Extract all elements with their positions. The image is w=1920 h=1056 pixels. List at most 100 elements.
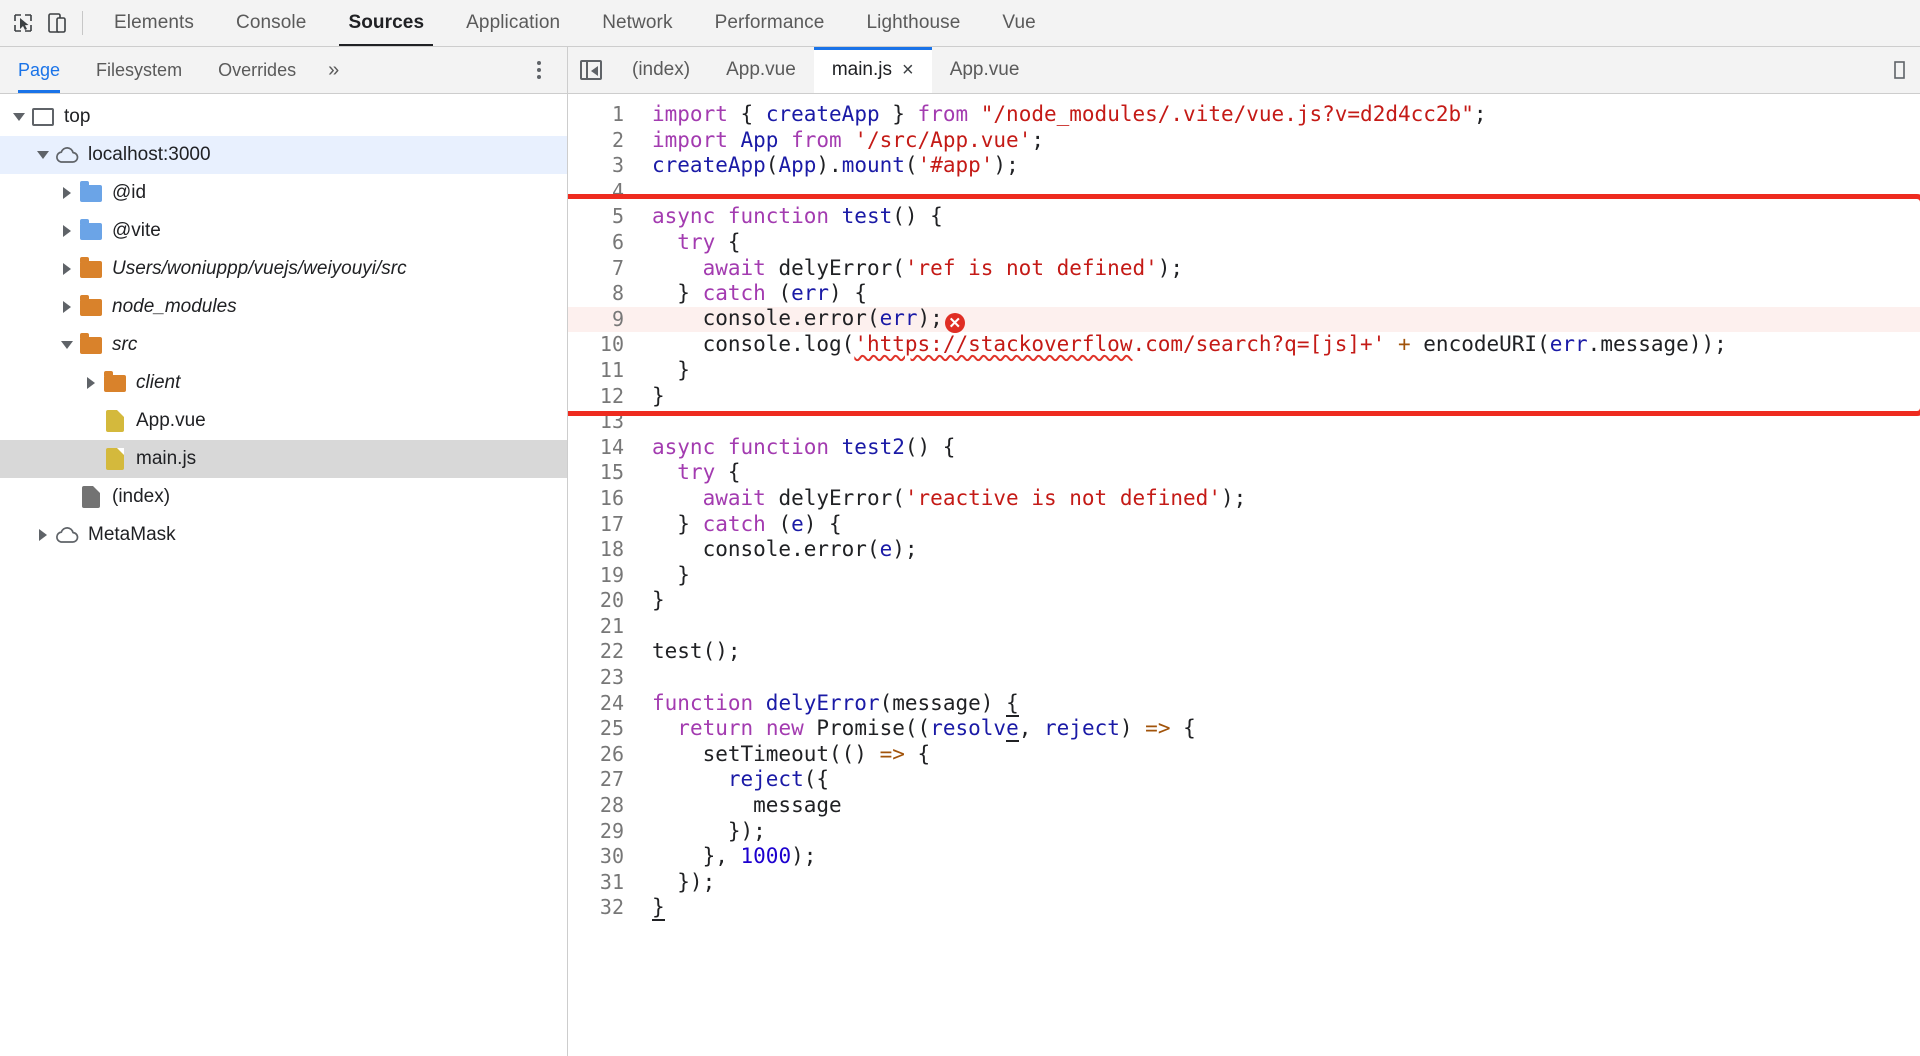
chevron-right-icon[interactable] xyxy=(56,225,78,237)
line-number[interactable]: 8 xyxy=(568,281,634,307)
code-line-text[interactable]: setTimeout(() => { xyxy=(640,742,931,768)
line-number[interactable]: 7 xyxy=(568,256,634,282)
code-line-text[interactable]: reject({ xyxy=(640,767,829,793)
code-line-text[interactable]: }); xyxy=(640,819,766,845)
line-number[interactable]: 31 xyxy=(568,870,634,896)
tree-row-app-vue[interactable]: App.vue xyxy=(0,402,567,440)
tree-row-src[interactable]: src xyxy=(0,326,567,364)
navigator-tab-overrides[interactable]: Overrides xyxy=(200,47,314,93)
line-number[interactable]: 22 xyxy=(568,639,634,665)
code-line-text[interactable]: await delyError('reactive is not defined… xyxy=(640,486,1247,512)
line-number[interactable]: 30 xyxy=(568,844,634,870)
tree-row-index[interactable]: (index) xyxy=(0,478,567,516)
line-number[interactable]: 32 xyxy=(568,895,634,921)
code-line-text[interactable]: await delyError('ref is not defined'); xyxy=(640,256,1183,282)
line-number[interactable]: 1 xyxy=(568,102,634,128)
code-line-text[interactable]: test(); xyxy=(640,639,741,665)
tree-row-top[interactable]: top xyxy=(0,98,567,136)
line-number[interactable]: 28 xyxy=(568,793,634,819)
line-number[interactable]: 4 xyxy=(568,179,634,205)
line-number[interactable]: 16 xyxy=(568,486,634,512)
navigator-tab-page[interactable]: Page xyxy=(0,47,78,93)
line-number[interactable]: 17 xyxy=(568,512,634,538)
editor-tab-appvue-2[interactable]: App.vue xyxy=(932,47,1038,93)
navigator-more-tabs-icon[interactable]: » xyxy=(314,59,353,82)
line-number[interactable]: 10 xyxy=(568,332,634,358)
editor-overflow-icon[interactable] xyxy=(1884,60,1920,80)
line-number[interactable]: 5 xyxy=(568,204,634,230)
code-line-text[interactable]: }); xyxy=(640,870,715,896)
line-number[interactable]: 19 xyxy=(568,563,634,589)
line-number[interactable]: 6 xyxy=(568,230,634,256)
tree-row-node-modules[interactable]: node_modules xyxy=(0,288,567,326)
panel-tab-lighthouse[interactable]: Lighthouse xyxy=(845,0,981,46)
chevron-down-icon[interactable] xyxy=(8,113,30,121)
line-number[interactable]: 20 xyxy=(568,588,634,614)
code-line-text[interactable]: message xyxy=(640,793,842,819)
tree-row-client[interactable]: client xyxy=(0,364,567,402)
line-number[interactable]: 2 xyxy=(568,128,634,154)
code-line-text[interactable]: async function test2() { xyxy=(640,435,955,461)
editor-tab-mainjs[interactable]: main.js × xyxy=(813,47,932,93)
editor-tab-appvue-1[interactable]: App.vue xyxy=(708,47,814,93)
line-number[interactable]: 25 xyxy=(568,716,634,742)
line-number[interactable]: 13 xyxy=(568,409,634,435)
line-number[interactable]: 3 xyxy=(568,153,634,179)
line-number[interactable]: 18 xyxy=(568,537,634,563)
error-badge-icon[interactable]: ✕ xyxy=(944,313,965,334)
line-number[interactable]: 26 xyxy=(568,742,634,768)
tree-row-users-woniuppp-vuejs-weiyouyi-src[interactable]: Users/woniuppp/vuejs/weiyouyi/src xyxy=(0,250,567,288)
device-toolbar-icon[interactable] xyxy=(40,6,74,40)
panel-tab-elements[interactable]: Elements xyxy=(93,0,215,46)
editor-tab-index[interactable]: (index) xyxy=(614,47,708,93)
line-number[interactable]: 12 xyxy=(568,384,634,410)
cursor-inspect-icon[interactable] xyxy=(6,6,40,40)
code-content[interactable]: 1 import { createApp } from "/node_module… xyxy=(568,94,1920,922)
panel-tab-sources[interactable]: Sources xyxy=(327,0,445,46)
show-navigator-icon[interactable] xyxy=(568,47,614,93)
chevron-right-icon[interactable] xyxy=(80,377,102,389)
code-line-text[interactable]: } xyxy=(640,563,690,589)
code-line-text[interactable]: } xyxy=(640,588,665,614)
code-line-text[interactable]: try { xyxy=(640,460,740,486)
line-number[interactable]: 9 xyxy=(568,307,634,333)
code-editor-viewport[interactable]: 1 import { createApp } from "/node_module… xyxy=(568,94,1920,1056)
tree-row-metamask[interactable]: MetaMask xyxy=(0,516,567,554)
tree-row-id[interactable]: @id xyxy=(0,174,567,212)
panel-tab-vue[interactable]: Vue xyxy=(981,0,1056,46)
code-line-text[interactable]: import App from '/src/App.vue'; xyxy=(640,128,1044,154)
code-line-text[interactable]: createApp(App).mount('#app'); xyxy=(640,153,1019,179)
chevron-right-icon[interactable] xyxy=(56,187,78,199)
code-line-text[interactable]: async function test() { xyxy=(640,204,943,230)
chevron-down-icon[interactable] xyxy=(56,341,78,349)
chevron-down-icon[interactable] xyxy=(32,151,54,159)
code-line-text[interactable]: console.log('https://stackoverflow.com/s… xyxy=(640,332,1727,358)
code-line-text[interactable]: try { xyxy=(640,230,740,256)
tree-row-localhost-3000[interactable]: localhost:3000 xyxy=(0,136,567,174)
line-number[interactable]: 27 xyxy=(568,767,634,793)
more-options-icon[interactable] xyxy=(519,50,559,90)
line-number[interactable]: 14 xyxy=(568,435,634,461)
code-line-text[interactable]: console.error(e); xyxy=(640,537,918,563)
code-line-text[interactable]: } xyxy=(640,384,665,410)
code-line-text[interactable]: console.error(err); ✕ xyxy=(640,306,965,334)
line-number[interactable]: 29 xyxy=(568,819,634,845)
code-line-text[interactable]: function delyError(message) { xyxy=(640,690,1019,717)
code-line-text[interactable]: return new Promise((resolve, reject) => … xyxy=(640,716,1196,743)
tree-row-vite[interactable]: @vite xyxy=(0,212,567,250)
line-number[interactable]: 11 xyxy=(568,358,634,384)
code-line-text[interactable]: } catch (e) { xyxy=(640,512,841,538)
line-number[interactable]: 24 xyxy=(568,691,634,717)
panel-tab-application[interactable]: Application xyxy=(445,0,581,46)
close-icon[interactable]: × xyxy=(902,60,914,80)
tree-row-main-js[interactable]: main.js xyxy=(0,440,567,478)
line-number[interactable]: 21 xyxy=(568,614,634,640)
code-line-text[interactable]: } xyxy=(640,358,690,384)
code-line-text[interactable]: import { createApp } from "/node_modules… xyxy=(640,102,1487,128)
line-number[interactable]: 23 xyxy=(568,665,634,691)
navigator-tab-filesystem[interactable]: Filesystem xyxy=(78,47,200,93)
chevron-right-icon[interactable] xyxy=(56,301,78,313)
chevron-right-icon[interactable] xyxy=(56,263,78,275)
code-line-text[interactable]: } xyxy=(640,895,665,922)
line-number[interactable]: 15 xyxy=(568,460,634,486)
